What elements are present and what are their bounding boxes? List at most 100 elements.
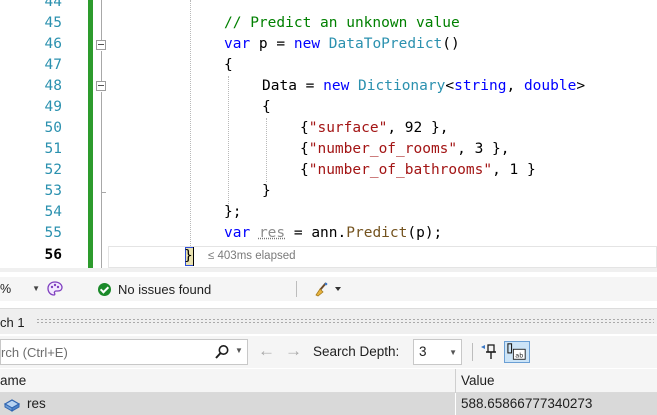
code-line-48: Data = new Dictionary<string, double> — [262, 76, 585, 97]
separator — [296, 281, 297, 297]
broom-icon[interactable] — [313, 280, 345, 298]
code-line-52: {"number_of_bathrooms", 1 } — [300, 160, 536, 181]
code-keyword: var — [224, 225, 251, 241]
palette-icon[interactable] — [46, 280, 64, 298]
code-type: DataToPredict — [328, 36, 443, 52]
search-depth-value: 3 — [419, 344, 427, 359]
hex-display-toggle[interactable]: ab — [504, 341, 530, 363]
code-text: < — [445, 78, 455, 94]
code-method: Predict — [346, 225, 408, 241]
code-comment: // Predict an unknown value — [224, 15, 460, 31]
code-keyword: double — [523, 78, 577, 94]
name-cell[interactable] — [0, 393, 455, 415]
code-line-54: }; — [224, 204, 242, 220]
text-caret — [193, 247, 194, 266]
pin-icon[interactable] — [480, 342, 500, 362]
code-text: = ann. — [285, 225, 347, 241]
collapse-block-icon[interactable] — [96, 40, 106, 50]
code-string: "number_of_rooms" — [308, 141, 458, 157]
tool-window-toolbar: ▼ ← → Search Depth: 3 ▼ ab — [0, 336, 657, 368]
variable-name: res — [27, 396, 46, 411]
outline-line — [101, 0, 102, 40]
code-string: "number_of_bathrooms" — [308, 162, 493, 178]
chevron-down-icon: ▼ — [449, 348, 457, 357]
horizontal-scrollbar[interactable] — [0, 268, 657, 272]
chevron-down-icon[interactable]: ▼ — [235, 346, 243, 355]
code-text: p = — [250, 36, 294, 52]
outline-line — [101, 51, 102, 81]
line-number: 44 — [44, 0, 62, 10]
current-line-number: 56 — [44, 247, 62, 263]
matched-brace: } — [184, 247, 196, 266]
column-header-value[interactable]: Value — [461, 373, 495, 388]
change-tracking-bar — [88, 0, 93, 269]
code-editor[interactable]: 44 45 46 47 48 49 50 51 52 53 54 55 56 5… — [0, 0, 657, 272]
code-text: (p); — [407, 225, 443, 241]
chevron-down-icon: ▼ — [32, 284, 40, 293]
search-input[interactable] — [1, 340, 201, 364]
tool-window-header: ch 1 — [0, 308, 657, 334]
search-depth-label: Search Depth: — [313, 344, 400, 359]
code-text: , 3 }, — [457, 141, 510, 157]
issues-indicator[interactable]: No issues found — [98, 280, 211, 298]
zoom-value: % — [0, 282, 12, 296]
code-keyword: new — [293, 36, 321, 52]
search-box[interactable]: ▼ — [0, 339, 248, 365]
tool-window-title[interactable]: ch 1 — [0, 315, 25, 330]
line-number: 51 — [44, 141, 62, 157]
line-number: 45 — [44, 15, 62, 31]
variable-value: 588.65866777340273 — [461, 396, 593, 411]
indent-guide — [266, 118, 267, 182]
code-keyword: string — [454, 78, 507, 94]
forward-arrow-icon[interactable]: → — [285, 342, 302, 360]
line-number: 50 — [44, 120, 62, 136]
line-number: 49 — [44, 99, 62, 115]
collapse-block-icon[interactable] — [96, 81, 106, 91]
outline-line — [101, 193, 102, 269]
separator — [472, 343, 473, 361]
code-type: Dictionary — [358, 78, 446, 94]
code-text: { — [300, 162, 309, 178]
zoom-dropdown[interactable]: % ▼ — [0, 280, 42, 298]
svg-text:ab: ab — [515, 352, 523, 359]
line-number: 47 — [44, 57, 62, 73]
code-line-46: var p = new DataToPredict() — [224, 34, 460, 55]
indent-guide — [228, 76, 229, 206]
table-row[interactable]: res 588.65866777340273 — [0, 393, 657, 415]
column-header-name[interactable]: ame — [0, 373, 26, 388]
unused-variable: res — [258, 225, 286, 241]
issues-text: No issues found — [118, 281, 212, 297]
line-number: 55 — [44, 225, 62, 241]
perf-tip[interactable]: ≤ 403ms elapsed — [208, 250, 296, 262]
code-text: , — [506, 78, 524, 94]
line-number: 52 — [44, 162, 62, 178]
code-string: "surface" — [308, 120, 388, 136]
code-text: , 92 }, — [387, 120, 449, 136]
magnifier-icon[interactable] — [214, 344, 230, 360]
code-text: { — [300, 141, 309, 157]
code-line-53: } — [262, 183, 271, 199]
column-splitter[interactable] — [455, 369, 456, 393]
code-text: Data = — [262, 78, 324, 94]
code-line-51: {"number_of_rooms", 3 }, — [300, 139, 510, 160]
line-number: 48 — [44, 78, 62, 94]
check-circle-icon — [98, 282, 111, 296]
line-number: 46 — [44, 36, 62, 52]
code-line-49: { — [262, 99, 271, 115]
line-number: 53 — [44, 183, 62, 199]
editor-status-bar: % ▼ No issues found — [0, 277, 657, 301]
code-keyword: var — [224, 36, 251, 52]
code-text: () — [442, 36, 460, 52]
code-text: { — [300, 120, 309, 136]
code-line-50: {"surface", 92 }, — [300, 118, 448, 139]
search-depth-dropdown[interactable]: 3 ▼ — [413, 339, 462, 365]
code-text: , 1 } — [492, 162, 536, 178]
hex-display-icon: ab — [507, 343, 526, 360]
variable-icon — [3, 399, 21, 412]
code-line-55: var res = ann.Predict(p); — [224, 223, 442, 244]
back-arrow-icon[interactable]: ← — [258, 342, 275, 360]
line-number: 54 — [44, 204, 62, 220]
drag-grip[interactable] — [36, 318, 654, 324]
